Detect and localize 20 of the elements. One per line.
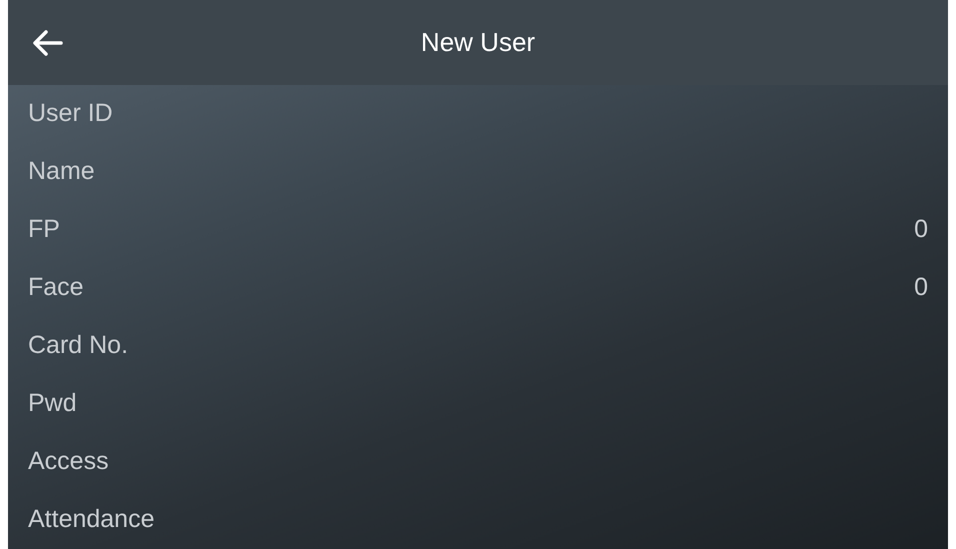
menu-item[interactable]: Pwd <box>8 375 948 433</box>
item-label: FP <box>28 214 60 246</box>
back-arrow-icon <box>33 30 63 56</box>
item-value: 0 <box>914 272 928 304</box>
menu-item[interactable]: Access <box>8 433 948 491</box>
menu-item[interactable]: Face 0 <box>8 259 948 317</box>
menu-item[interactable]: Name <box>8 143 948 201</box>
menu-item[interactable]: Card No. <box>8 317 948 375</box>
item-label: User ID <box>28 98 113 130</box>
menu-item[interactable]: FP 0 <box>8 201 948 259</box>
item-value: 0 <box>914 214 928 246</box>
item-label: Attendance <box>28 504 154 536</box>
item-label: Access <box>28 446 109 478</box>
window-title: New User <box>420 26 536 59</box>
menu-item[interactable]: User ID <box>8 85 948 143</box>
item-label: Face <box>28 272 84 304</box>
menu-item[interactable]: Attendance <box>8 491 948 549</box>
item-label: Name <box>28 156 95 188</box>
item-label: Pwd <box>28 388 77 420</box>
item-label: Card No. <box>28 330 128 362</box>
